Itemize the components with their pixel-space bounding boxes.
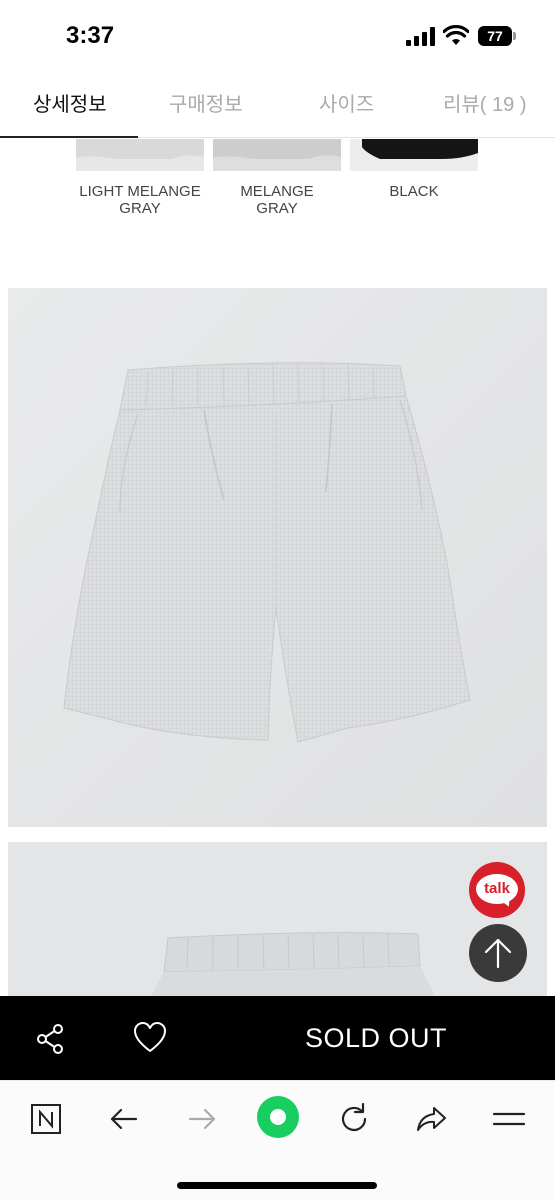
- heart-icon[interactable]: [132, 1020, 168, 1056]
- battery-icon: 77: [478, 26, 516, 46]
- kakao-talk-button[interactable]: talk: [469, 862, 525, 918]
- shorts-detail-illustration: [8, 842, 547, 1002]
- scroll-top-button[interactable]: [469, 924, 527, 982]
- swatch-image-melange-gray[interactable]: [213, 139, 341, 171]
- arrow-right-icon[interactable]: [180, 1097, 224, 1141]
- product-image-shorts-detail: [8, 842, 547, 1002]
- swatch-label-melange-gray: MELANGE GRAY: [202, 183, 352, 217]
- tab-purchase-info[interactable]: 구매정보: [169, 88, 243, 117]
- swatch-label-line: GRAY: [256, 200, 298, 217]
- naver-n-icon[interactable]: [24, 1097, 68, 1141]
- swatch-label-line: LIGHT MELANGE: [79, 183, 201, 200]
- tabs-divider: [138, 137, 555, 138]
- active-tab-indicator: [0, 136, 138, 138]
- swatch-label-black: BLACK: [339, 183, 489, 200]
- status-time: 3:37: [66, 22, 115, 49]
- swatch-image-light-melange-gray[interactable]: [76, 139, 204, 171]
- green-circle-icon[interactable]: [255, 1094, 301, 1140]
- product-detail-page: 3:37 77 상세정보 구매정보 사이즈 리뷰( 19 ) LIGHT MEL…: [0, 0, 555, 1200]
- tab-size[interactable]: 사이즈: [319, 88, 374, 117]
- talk-label: talk: [484, 880, 510, 897]
- swatch-label-line: BLACK: [389, 183, 439, 200]
- product-image-shorts-front: [8, 288, 547, 827]
- swatch-label-line: MELANGE: [240, 183, 314, 200]
- tab-detail-info[interactable]: 상세정보: [33, 88, 107, 117]
- sold-out-button[interactable]: SOLD OUT: [270, 1023, 482, 1054]
- share-arrow-icon[interactable]: [410, 1097, 454, 1141]
- home-indicator: [177, 1182, 377, 1189]
- swatch-image-black[interactable]: [350, 139, 478, 171]
- arrow-left-icon[interactable]: [102, 1097, 146, 1141]
- tab-reviews[interactable]: 리뷰( 19 ): [443, 88, 526, 117]
- arrow-up-icon: [484, 938, 512, 969]
- hamburger-menu-icon[interactable]: [487, 1097, 531, 1141]
- share-icon[interactable]: [32, 1020, 68, 1056]
- detail-tabs: 상세정보 구매정보 사이즈 리뷰( 19 ): [0, 72, 555, 138]
- swatch-label-line: GRAY: [119, 200, 161, 217]
- battery-level: 77: [478, 26, 512, 46]
- refresh-icon[interactable]: [332, 1097, 376, 1141]
- cellular-signal-icon: [406, 27, 436, 46]
- shorts-illustration: [8, 288, 547, 827]
- purchase-action-bar: SOLD OUT: [0, 996, 555, 1080]
- swatch-label-light-melange-gray: LIGHT MELANGE GRAY: [65, 183, 215, 217]
- wifi-icon: [443, 25, 469, 45]
- status-bar: 3:37 77: [0, 0, 555, 72]
